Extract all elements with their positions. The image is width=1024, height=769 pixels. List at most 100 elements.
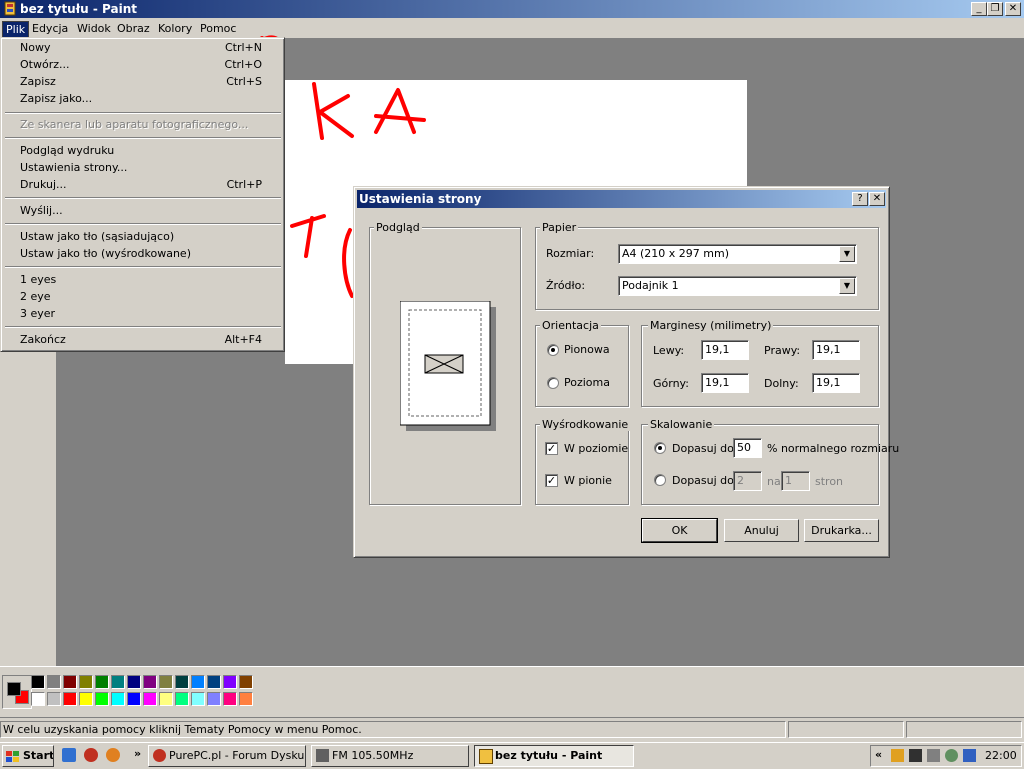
center-horizontal-checkbox[interactable]: ✓ [545, 442, 558, 455]
palette-swatch[interactable] [79, 692, 93, 706]
dialog-help-button[interactable]: ? [852, 192, 868, 206]
palette-swatch[interactable] [191, 675, 205, 689]
opera-quicklaunch-icon[interactable] [84, 748, 98, 762]
menu-item-wyslij[interactable]: Wyślij... [20, 203, 63, 219]
margin-right-input[interactable]: 19,1 [812, 340, 860, 360]
start-button[interactable]: Start [2, 745, 54, 767]
paper-size-select[interactable]: A4 (210 x 297 mm) ▼ [618, 244, 857, 264]
palette-swatch[interactable] [47, 692, 61, 706]
palette-swatch[interactable] [223, 692, 237, 706]
palette-swatch[interactable] [111, 675, 125, 689]
menu-edycja[interactable]: Edycja [29, 21, 71, 36]
margin-bottom-input[interactable]: 19,1 [812, 373, 860, 393]
center-horizontal-label[interactable]: W poziomie [564, 442, 628, 455]
firefox-quicklaunch-icon[interactable] [106, 748, 120, 762]
scale-percent-input[interactable]: 50 [733, 438, 762, 458]
palette-swatch[interactable] [63, 692, 77, 706]
menu-item-zapisz-jako[interactable]: Zapisz jako... [20, 91, 92, 107]
menu-item-ze-skanera[interactable]: Ze skanera lub aparatu fotograficznego..… [20, 117, 248, 133]
quicklaunch-more-icon[interactable]: » [134, 747, 141, 760]
task-button-paint[interactable]: bez tytułu - Paint [474, 745, 634, 767]
ok-button[interactable]: OK [641, 518, 718, 543]
center-vertical-checkbox[interactable]: ✓ [545, 474, 558, 487]
landscape-radio[interactable] [547, 377, 559, 389]
foreground-color-swatch[interactable] [7, 682, 21, 696]
menu-kolory[interactable]: Kolory [155, 21, 195, 36]
palette-swatch[interactable] [143, 675, 157, 689]
portrait-label[interactable]: Pionowa [564, 343, 610, 356]
task-button-fm[interactable]: FM 105.50MHz [311, 745, 469, 767]
task-button-purepc[interactable]: PurePC.pl - Forum Dysku... [148, 745, 306, 767]
menu-item-tlo-wysrodkowane[interactable]: Ustaw jako tło (wyśrodkowane) [20, 246, 191, 262]
paper-source-select[interactable]: Podajnik 1 ▼ [618, 276, 857, 296]
menu-item-drukuj[interactable]: Drukuj... [20, 177, 67, 193]
palette-swatch[interactable] [47, 675, 61, 689]
palette-swatch[interactable] [95, 675, 109, 689]
palette-swatch[interactable] [127, 675, 141, 689]
restore-button[interactable]: ❐ [987, 2, 1003, 16]
palette-swatch[interactable] [31, 675, 45, 689]
menu-pomoc[interactable]: Pomoc [197, 21, 239, 36]
dialog-close-button[interactable]: ✕ [869, 192, 885, 206]
cancel-button[interactable]: Anuluj [724, 519, 799, 542]
palette-swatch[interactable] [95, 692, 109, 706]
menu-item-recent-3[interactable]: 3 eyer [20, 306, 55, 322]
landscape-label[interactable]: Pozioma [564, 376, 610, 389]
margin-left-input[interactable]: 19,1 [701, 340, 749, 360]
palette-swatch[interactable] [31, 692, 45, 706]
title-bar[interactable]: bez tytułu - Paint _ ❐ ✕ [0, 0, 1024, 18]
fit-pages-tall-input[interactable]: 1 [781, 471, 810, 491]
palette-swatch[interactable] [175, 692, 189, 706]
palette-swatch[interactable] [239, 692, 253, 706]
palette-swatch[interactable] [191, 692, 205, 706]
menu-item-zakoncz[interactable]: Zakończ [20, 332, 66, 348]
menu-item-podglad-wydruku[interactable]: Podgląd wydruku [20, 143, 114, 159]
paint-app-icon[interactable] [3, 1, 17, 16]
menu-widok[interactable]: Widok [74, 21, 114, 36]
palette-swatch[interactable] [207, 675, 221, 689]
network-icon[interactable] [963, 749, 976, 762]
menu-item-ustawienia-strony[interactable]: Ustawienia strony... [20, 160, 127, 176]
palette-swatch[interactable] [79, 675, 93, 689]
palette-swatch[interactable] [111, 692, 125, 706]
fit-pages-wide-input[interactable]: 2 [733, 471, 762, 491]
dialog-title-bar[interactable]: Ustawienia strony ? ✕ [357, 190, 886, 208]
volume-icon[interactable] [927, 749, 940, 762]
palette-swatch[interactable] [63, 675, 77, 689]
chevron-down-icon[interactable]: ▼ [839, 246, 855, 262]
current-colors[interactable] [2, 675, 32, 709]
menu-item-zapisz[interactable]: Zapisz [20, 74, 56, 90]
margin-top-input[interactable]: 19,1 [701, 373, 749, 393]
menu-item-recent-2[interactable]: 2 eye [20, 289, 51, 305]
fit-to-pages-label[interactable]: Dopasuj do: [672, 474, 738, 487]
steam-icon[interactable] [909, 749, 922, 762]
close-button[interactable]: ✕ [1005, 2, 1021, 16]
chevron-down-icon[interactable]: ▼ [839, 278, 855, 294]
ie-quicklaunch-icon[interactable] [62, 748, 76, 762]
palette-swatch[interactable] [159, 675, 173, 689]
menu-plik[interactable]: Plik [2, 21, 30, 38]
tray-status-icon[interactable] [945, 749, 958, 762]
center-vertical-label[interactable]: W pionie [564, 474, 612, 487]
scale-percent-label[interactable]: Dopasuj do: [672, 442, 738, 455]
tray-expand-icon[interactable]: « [875, 748, 882, 761]
fit-to-pages-radio[interactable] [654, 474, 666, 486]
palette-swatch[interactable] [223, 675, 237, 689]
menu-item-nowy[interactable]: Nowy [20, 40, 50, 56]
menu-item-tlo-sasiadujaco[interactable]: Ustaw jako tło (sąsiadująco) [20, 229, 174, 245]
menu-item-otworz[interactable]: Otwórz... [20, 57, 69, 73]
palette-swatch[interactable] [159, 692, 173, 706]
menu-obraz[interactable]: Obraz [114, 21, 153, 36]
palette-swatch[interactable] [143, 692, 157, 706]
palette-swatch[interactable] [207, 692, 221, 706]
portrait-radio[interactable] [547, 344, 559, 356]
minimize-button[interactable]: _ [971, 2, 987, 16]
printer-button[interactable]: Drukarka... [804, 519, 879, 542]
tray-app-icon[interactable] [891, 749, 904, 762]
palette-swatch[interactable] [175, 675, 189, 689]
scale-percent-radio[interactable] [654, 442, 666, 454]
menu-item-recent-1[interactable]: 1 eyes [20, 272, 56, 288]
palette-swatch[interactable] [239, 675, 253, 689]
clock[interactable]: 22:00 [985, 749, 1017, 762]
palette-swatch[interactable] [127, 692, 141, 706]
